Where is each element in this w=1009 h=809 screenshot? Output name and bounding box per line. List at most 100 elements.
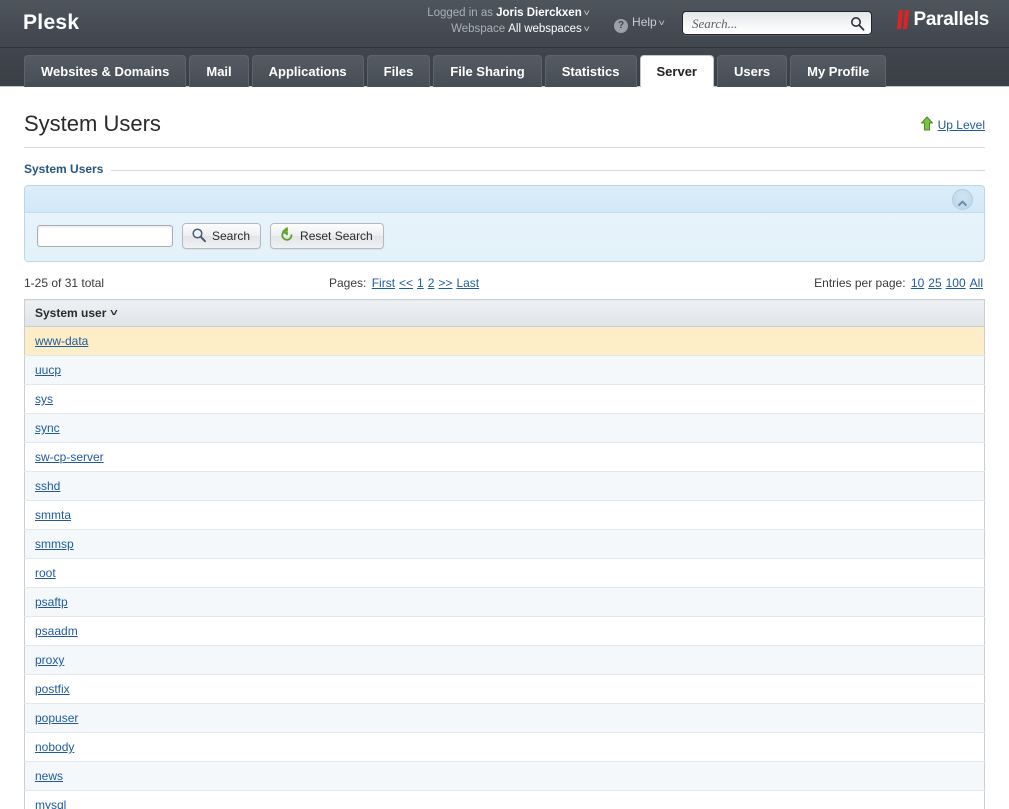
tab-my-profile[interactable]: My Profile xyxy=(790,55,887,87)
page-link-first[interactable]: First xyxy=(372,276,395,290)
table-row[interactable]: uucp xyxy=(24,355,985,385)
entries-option-100[interactable]: 100 xyxy=(946,276,966,290)
question-circle-icon: ? xyxy=(614,19,629,33)
cell-system-user: uucp xyxy=(24,355,985,385)
help-menu[interactable]: ? Help˅ xyxy=(614,15,665,33)
system-user-link[interactable]: mysql xyxy=(35,798,66,809)
system-user-link[interactable]: www-data xyxy=(35,334,88,348)
page-header: System Users Up Level xyxy=(24,87,985,148)
table-row[interactable]: postfix xyxy=(24,674,985,704)
system-user-link[interactable]: sshd xyxy=(35,479,60,493)
system-user-link[interactable]: news xyxy=(35,769,63,783)
entries-option-10[interactable]: 10 xyxy=(911,276,924,290)
table-row[interactable]: www-data xyxy=(24,326,985,356)
sort-chevron-down-icon: ˅ xyxy=(110,308,119,319)
tab-file-sharing[interactable]: File Sharing xyxy=(433,55,542,87)
up-level-link[interactable]: Up Level xyxy=(920,116,985,132)
system-user-link[interactable]: smmsp xyxy=(35,537,74,551)
cell-system-user: www-data xyxy=(24,326,985,356)
collapse-panel-button[interactable] xyxy=(952,189,973,210)
tab-statistics[interactable]: Statistics xyxy=(544,55,637,87)
tab-mail[interactable]: Mail xyxy=(189,55,249,87)
table-row[interactable]: smmta xyxy=(24,500,985,530)
search-button[interactable]: Search xyxy=(182,223,262,249)
cell-system-user: nobody xyxy=(24,732,985,762)
system-user-link[interactable]: psaftp xyxy=(35,595,68,609)
cell-system-user: news xyxy=(24,761,985,791)
filter-input[interactable] xyxy=(38,226,172,246)
table-row[interactable]: popuser xyxy=(24,703,985,733)
parallels-bars-icon xyxy=(896,10,910,32)
table-row[interactable]: psaftp xyxy=(24,587,985,617)
table-row[interactable]: smmsp xyxy=(24,529,985,559)
cell-system-user: sshd xyxy=(24,471,985,501)
login-info: Logged in as Joris Dierckxen˅ Webspace All… xyxy=(427,5,589,37)
tab-files[interactable]: Files xyxy=(366,55,431,87)
search-icon[interactable] xyxy=(850,16,865,31)
tab-users[interactable]: Users xyxy=(717,55,788,87)
chevron-down-icon[interactable]: ˅ xyxy=(583,21,590,37)
page-title: System Users xyxy=(24,111,161,136)
cell-system-user: smmta xyxy=(24,500,985,530)
system-user-link[interactable]: postfix xyxy=(35,682,70,696)
system-user-link[interactable]: sync xyxy=(35,421,60,435)
table-row[interactable]: sshd xyxy=(24,471,985,501)
section-legend: System Users xyxy=(24,162,985,176)
webspace-value[interactable]: All webspaces xyxy=(508,23,582,35)
app-header: Plesk Logged in as Joris Dierckxen˅ Websp… xyxy=(0,0,1009,48)
cell-system-user: popuser xyxy=(24,703,985,733)
table-row[interactable]: nobody xyxy=(24,732,985,762)
system-user-link[interactable]: smmta xyxy=(35,508,71,522)
cell-system-user: postfix xyxy=(24,674,985,704)
tab-websites-domains[interactable]: Websites & Domains xyxy=(24,55,187,87)
page-link-1[interactable]: 1 xyxy=(417,276,424,290)
table-row[interactable]: psaadm xyxy=(24,616,985,646)
table-row[interactable]: root xyxy=(24,558,985,588)
table-row[interactable]: sw-cp-server xyxy=(24,442,985,472)
entries-option-25[interactable]: 25 xyxy=(928,276,941,290)
system-user-link[interactable]: popuser xyxy=(35,711,78,725)
system-users-table: System user ˅ www-data uucp sys sync sw-cp-se… xyxy=(24,299,985,809)
column-header-system-user[interactable]: System user ˅ xyxy=(24,299,985,327)
reset-arrow-icon xyxy=(279,227,295,243)
up-level-label[interactable]: Up Level xyxy=(938,118,985,132)
tab-server[interactable]: Server xyxy=(639,55,714,87)
system-user-link[interactable]: root xyxy=(35,566,56,580)
cell-system-user: sys xyxy=(24,384,985,414)
chevron-down-icon[interactable]: ˅ xyxy=(583,5,590,21)
table-header-row: System user ˅ xyxy=(24,299,985,327)
table-row[interactable]: news xyxy=(24,761,985,791)
page-link-2[interactable]: 2 xyxy=(428,276,435,290)
pagination-bar: 1-25 of 31 total Pages: First << 1 2 >> Last … xyxy=(24,271,985,299)
entries-option-all[interactable]: All xyxy=(970,276,983,290)
table-row[interactable]: sys xyxy=(24,384,985,414)
page-link-next[interactable]: >> xyxy=(438,276,452,290)
system-user-link[interactable]: sys xyxy=(35,392,53,406)
reset-search-button[interactable]: Reset Search xyxy=(270,223,384,249)
column-header-label: System user xyxy=(35,306,107,320)
system-user-link[interactable]: psaadm xyxy=(35,624,78,638)
system-user-link[interactable]: nobody xyxy=(35,740,74,754)
table-row[interactable]: proxy xyxy=(24,645,985,675)
parallels-logo: Parallels xyxy=(896,10,989,32)
system-user-link[interactable]: proxy xyxy=(35,653,64,667)
page-link-prev[interactable]: << xyxy=(399,276,413,290)
system-user-link[interactable]: sw-cp-server xyxy=(35,450,104,464)
table-row[interactable]: mysql xyxy=(24,790,985,809)
logged-in-user[interactable]: Joris Dierckxen xyxy=(496,7,582,19)
search-input[interactable] xyxy=(690,14,848,33)
search-panel-body: Search Reset Search xyxy=(25,213,984,261)
global-search[interactable] xyxy=(682,11,872,35)
filter-input-wrap[interactable] xyxy=(37,225,173,247)
cell-system-user: sw-cp-server xyxy=(24,442,985,472)
table-row[interactable]: sync xyxy=(24,413,985,443)
tab-applications[interactable]: Applications xyxy=(251,55,364,87)
legend-rule xyxy=(24,170,985,171)
search-filter-panel: Search Reset Search xyxy=(24,185,985,262)
page-link-last[interactable]: Last xyxy=(456,276,479,290)
logged-in-as-label: Logged in as xyxy=(427,7,494,19)
table-head: System user ˅ xyxy=(24,299,985,327)
system-user-link[interactable]: uucp xyxy=(35,363,61,377)
reset-search-button-label: Reset Search xyxy=(300,229,373,243)
search-button-label: Search xyxy=(212,229,251,243)
